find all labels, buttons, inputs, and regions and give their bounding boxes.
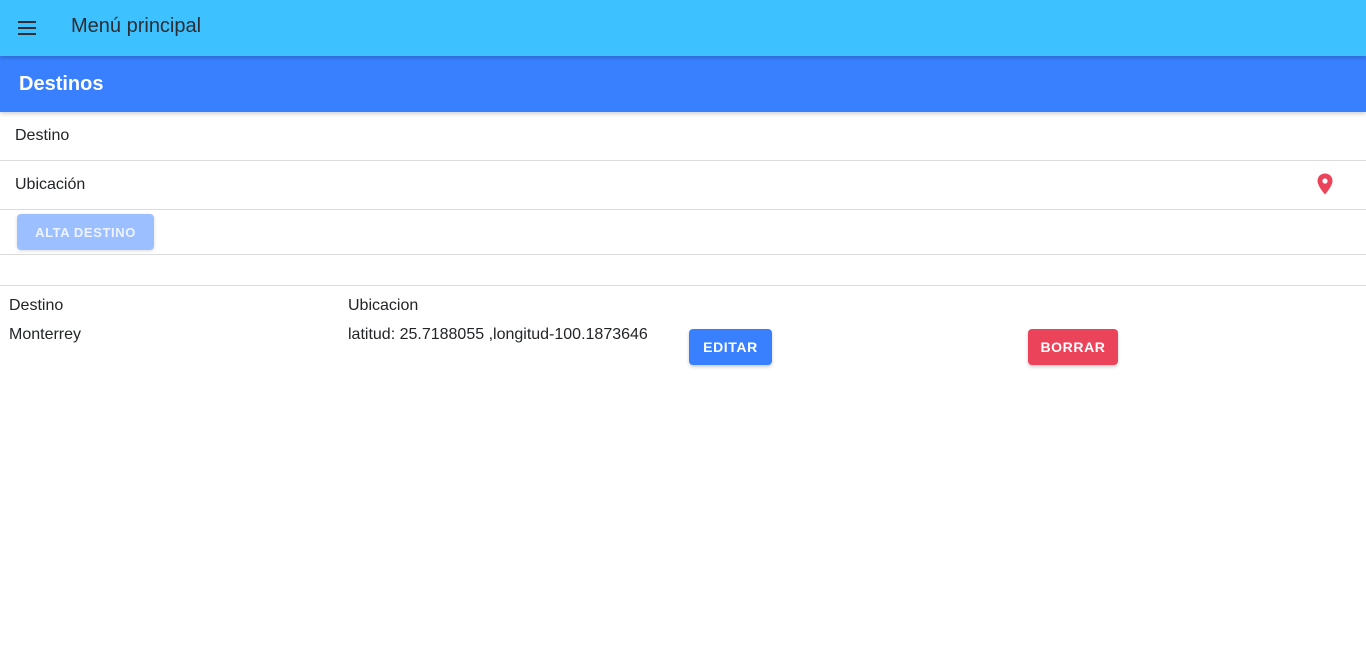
- menu-icon[interactable]: [12, 13, 42, 43]
- cell-destino: Monterrey: [9, 326, 82, 343]
- edit-button[interactable]: EDITAR: [689, 329, 772, 365]
- divider: [0, 285, 1366, 286]
- ubicacion-label: Ubicación: [15, 176, 86, 193]
- page-title: Destinos: [19, 73, 104, 95]
- column-header-ubicacion: Ubicacion: [348, 297, 419, 314]
- destino-input[interactable]: [120, 120, 1274, 154]
- submit-row: ALTA DESTINO: [0, 210, 1366, 255]
- top-toolbar: Menú principal: [0, 0, 1366, 56]
- destino-label: Destino: [15, 127, 70, 144]
- ubicacion-input[interactable]: [120, 169, 1274, 203]
- cell-ubicacion: latitud: 25.7188055 ,longitud-100.187364…: [348, 326, 648, 343]
- location-pin-icon[interactable]: [1314, 172, 1336, 196]
- toolbar-title: Menú principal: [71, 15, 202, 37]
- delete-button[interactable]: BORRAR: [1028, 329, 1118, 365]
- page-header: Destinos: [0, 56, 1366, 112]
- ubicacion-item: Ubicación: [0, 161, 1366, 210]
- column-header-destino: Destino: [9, 297, 64, 314]
- destino-item: Destino: [0, 112, 1366, 161]
- app-root: Menú principal Destinos Destino Ubicació…: [0, 0, 1366, 657]
- alta-destino-button[interactable]: ALTA DESTINO: [17, 214, 154, 250]
